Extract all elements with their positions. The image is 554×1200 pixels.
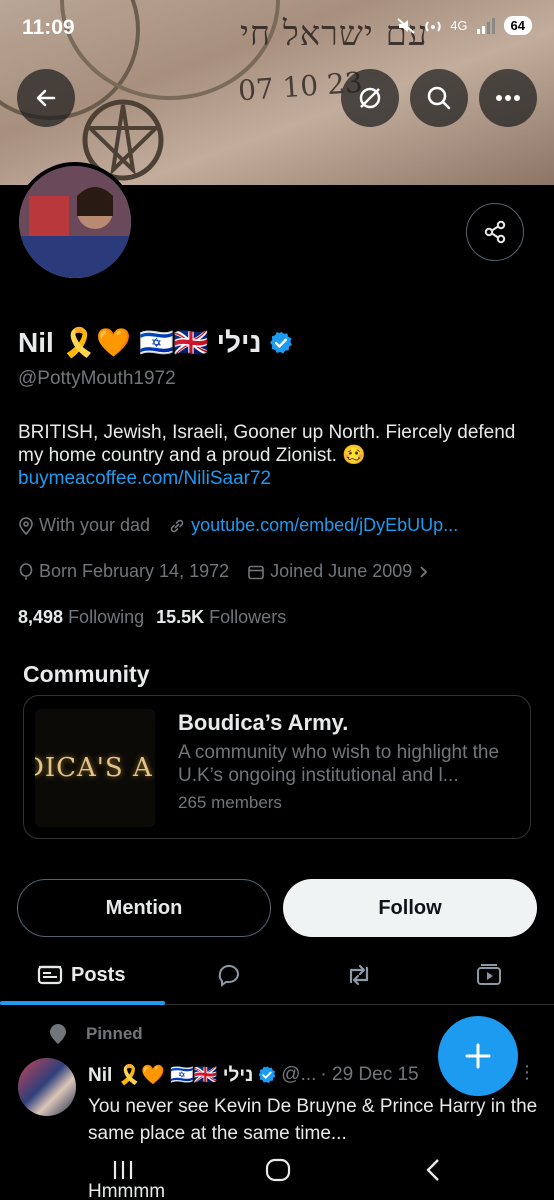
joined-text: Joined June 2009 (270, 561, 413, 581)
profile-name: Nil 🎗️🧡 🇮🇱🇬🇧 נילי (18, 327, 262, 358)
location-icon (19, 516, 33, 535)
verified-badge-icon[interactable] (268, 330, 294, 356)
follow-button[interactable]: Follow (283, 879, 537, 937)
mention-button[interactable]: Mention (17, 879, 271, 937)
profile-name-row: Nil 🎗️🧡 🇮🇱🇬🇧 נילי (18, 326, 294, 359)
repost-icon (349, 964, 369, 986)
chevron-right-icon (420, 565, 428, 578)
birthday-item: Born February 14, 1972 (18, 561, 229, 582)
post-text: You never see Kevin De Bruyne & Prince H… (88, 1096, 538, 1144)
community-image: DICA'S A (35, 709, 155, 827)
recent-apps-button[interactable] (103, 1154, 143, 1186)
bio-link[interactable]: buymeacoffee.com/NiliSaar72 (18, 467, 538, 490)
grok-button[interactable] (341, 69, 399, 127)
system-navigation-bar (0, 1148, 554, 1188)
chevron-left-icon (426, 1159, 439, 1181)
post-author-name[interactable]: Nil 🎗️🧡 🇮🇱🇬🇧 נילי (88, 1063, 253, 1087)
tab-media[interactable] (475, 945, 503, 1005)
verified-badge-icon (258, 1066, 276, 1084)
compose-post-button[interactable] (438, 1016, 518, 1096)
community-card[interactable]: DICA'S A Boudica’s Army. A community who… (23, 695, 531, 839)
reply-icon (218, 965, 239, 987)
birthday-text: Born February 14, 1972 (39, 561, 230, 581)
status-time: 11:09 (22, 16, 75, 39)
avatar-photo (19, 166, 131, 278)
profile-bio: BRITISH, Jewish, Israeli, Gooner up Nort… (18, 421, 538, 490)
tab-posts-label: Posts (71, 963, 126, 986)
plus-icon (465, 1043, 491, 1069)
share-icon (484, 220, 506, 244)
community-section-title: Community (23, 661, 150, 687)
hotspot-icon (425, 20, 441, 32)
location-item: With your dad (18, 515, 150, 536)
followers-label: Followers (209, 607, 287, 627)
post-author-handle: @... (281, 1064, 317, 1085)
system-back-button[interactable] (413, 1154, 453, 1186)
media-icon (477, 964, 501, 985)
status-icons: 4G 64 (396, 16, 532, 35)
follow-stats: 8,498 Following 15.5K Followers (18, 607, 286, 628)
signal-icon (476, 17, 495, 34)
mute-icon (397, 17, 415, 34)
recent-apps-icon (113, 1161, 133, 1179)
following-stat[interactable]: 8,498 Following (18, 607, 144, 628)
pinned-label-row: Pinned (48, 1023, 143, 1045)
followers-count: 15.5K (156, 607, 205, 627)
battery-indicator: 64 (503, 16, 532, 35)
following-label: Following (68, 607, 145, 627)
tab-posts[interactable]: Posts (37, 945, 125, 1005)
grok-icon (359, 87, 381, 109)
link-icon (170, 519, 184, 532)
tab-replies[interactable] (215, 945, 243, 1005)
calendar-icon (248, 565, 264, 579)
community-description: A community who wish to highlight the U.… (178, 742, 500, 786)
back-button[interactable] (17, 69, 75, 127)
profile-handle: @PottyMouth1972 (18, 368, 176, 389)
tab-reposts[interactable] (344, 945, 374, 1005)
active-tab-indicator (0, 1001, 165, 1005)
pinned-label: Pinned (86, 1024, 143, 1043)
profile-meta-row-2: Born February 14, 1972 Joined June 2009 (18, 561, 447, 582)
pin-icon (50, 1024, 66, 1044)
post-more-button[interactable]: ⋮ (518, 1062, 536, 1083)
home-button[interactable] (258, 1154, 298, 1186)
profile-meta-row-1: With your dad youtube.com/embed/jDyEbUUp… (18, 515, 476, 536)
followers-stat[interactable]: 15.5K Followers (156, 607, 286, 628)
posts-tab-icon (37, 965, 63, 985)
post-author-avatar[interactable] (18, 1058, 76, 1116)
search-button[interactable] (410, 69, 468, 127)
profile-avatar[interactable] (15, 162, 135, 282)
balloon-icon (19, 562, 33, 580)
location-text: With your dad (39, 515, 151, 535)
bio-text: BRITISH, Jewish, Israeli, Gooner up Nort… (18, 422, 516, 466)
network-type: 4G (450, 18, 468, 33)
home-icon (265, 1158, 291, 1182)
community-members: 265 members (178, 793, 282, 812)
post-header: Nil 🎗️🧡 🇮🇱🇬🇧 נילי @... · 29 Dec 15 (88, 1063, 419, 1087)
back-arrow-icon (36, 89, 56, 107)
status-bar: 11:09 4G 64 (0, 0, 554, 56)
website-link[interactable]: youtube.com/embed/jDyEbUUp... (191, 515, 458, 536)
following-count: 8,498 (18, 607, 64, 627)
website-item[interactable]: youtube.com/embed/jDyEbUUp... (168, 515, 458, 536)
post-date: · 29 Dec 15 (320, 1064, 419, 1085)
more-icon (496, 95, 520, 101)
joined-item[interactable]: Joined June 2009 (247, 561, 429, 582)
search-icon (427, 86, 451, 110)
community-image-text: DICA'S A (35, 753, 153, 783)
more-options-button[interactable] (479, 69, 537, 127)
share-button[interactable] (466, 203, 524, 261)
profile-tabs: Posts (0, 945, 554, 1005)
community-name: Boudica’s Army. (178, 710, 349, 735)
